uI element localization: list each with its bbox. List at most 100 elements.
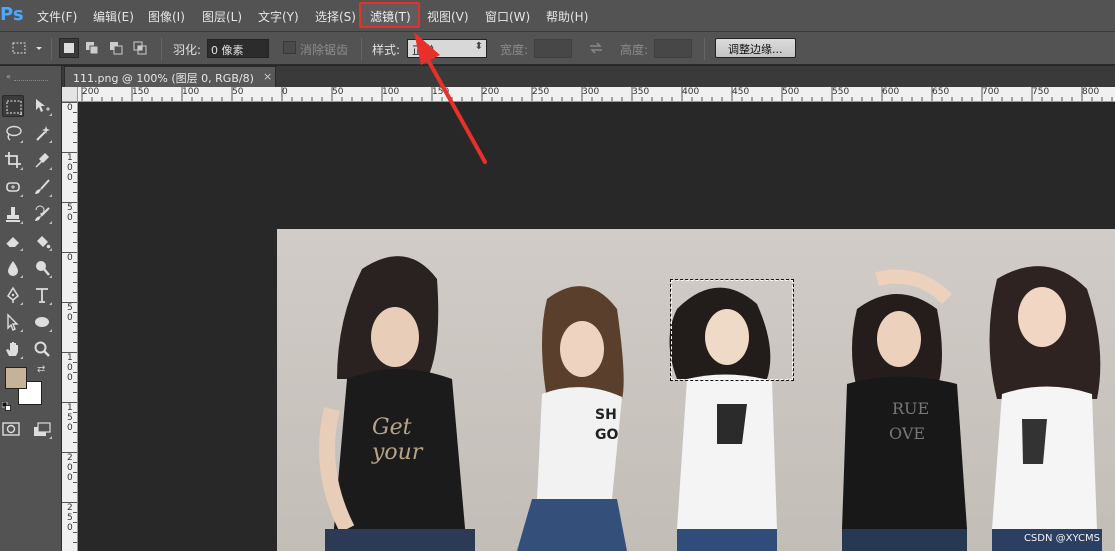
menu-window[interactable]: 窗口(W) (485, 8, 530, 25)
brush-tool-icon[interactable] (31, 176, 53, 198)
ruler-label: 200 (82, 87, 100, 97)
horizontal-ruler[interactable]: 200 150 100 50 0 50 100 150 200 250 300 350 400 450 50… (62, 87, 1115, 102)
foreground-color-swatch[interactable] (5, 367, 27, 389)
swap-colors-icon[interactable]: ⇄ (37, 364, 45, 375)
rect-marquee-preset-icon[interactable] (11, 40, 27, 56)
type-tool-icon[interactable] (31, 284, 53, 306)
lasso-tool-icon[interactable] (2, 122, 24, 144)
separator (704, 38, 705, 60)
menu-filter[interactable]: 滤镜(T) (370, 8, 411, 25)
refine-edge-button[interactable]: 调整边缘... (715, 38, 796, 58)
ruler-label: 500 (782, 87, 800, 97)
ruler-origin-corner[interactable] (62, 87, 78, 102)
menu-type[interactable]: 文字(Y) (258, 8, 299, 25)
eyedropper-tool-icon[interactable] (31, 149, 53, 171)
style-select[interactable]: 正常 ⬍ (407, 39, 487, 58)
height-input[interactable] (654, 39, 692, 58)
toolbox-grip[interactable] (14, 80, 48, 83)
photoshop-window: Ps 文件(F) 编辑(E) 图像(I) 图层(L) 文字(Y) 选择(S) 滤… (0, 0, 1115, 551)
ruler-label: 150 (432, 87, 450, 97)
photo-image[interactable]: Get your SH GO RUE OVE CSDN @XYCMS (277, 229, 1115, 551)
close-icon[interactable]: × (263, 70, 272, 83)
watermark-text: CSDN @XYCMS (1023, 533, 1100, 544)
ruler-label: 1 5 0 (67, 403, 73, 433)
eraser-tool-icon[interactable] (2, 230, 24, 252)
menu-file[interactable]: 文件(F) (37, 8, 77, 25)
zoom-tool-icon[interactable] (31, 338, 53, 360)
svg-text:GO: GO (595, 427, 618, 443)
ruler-label: 250 (532, 87, 550, 97)
height-label: 高度: (620, 43, 649, 57)
width-input[interactable] (534, 39, 572, 58)
menu-help[interactable]: 帮助(H) (546, 8, 588, 25)
vertical-ruler[interactable]: 01 0 05 005 01 0 01 5 02 0 02 5 03 (62, 102, 78, 551)
blur-tool-icon[interactable] (2, 257, 24, 279)
dodge-tool-icon[interactable] (31, 257, 53, 279)
document-tab-bar: 111.png @ 100% (图层 0, RGB/8) × (62, 66, 1115, 87)
ruler-label: 550 (832, 87, 850, 97)
ruler-label: 50 (332, 87, 344, 97)
style-select-value: 正常 (412, 44, 434, 57)
person-5 (989, 266, 1102, 551)
ruler-label: 0 (67, 253, 73, 263)
ruler-label: 650 (932, 87, 950, 97)
ruler-label: 600 (882, 87, 900, 97)
separator (51, 38, 52, 60)
document-tab[interactable]: 111.png @ 100% (图层 0, RGB/8) × (64, 66, 276, 87)
clone-stamp-tool-icon[interactable] (2, 203, 24, 225)
menu-view[interactable]: 视图(V) (427, 8, 469, 25)
move-tool-icon[interactable] (31, 95, 53, 117)
paint-bucket-tool-icon[interactable] (31, 230, 53, 252)
subtract-from-selection-icon[interactable] (108, 40, 124, 56)
ellipse-tool-icon[interactable] (31, 311, 53, 333)
ruler-label: 0 (67, 103, 73, 113)
ruler-label: 750 (1032, 87, 1050, 97)
anti-alias-checkbox[interactable] (283, 41, 296, 54)
menu-select[interactable]: 选择(S) (315, 8, 356, 25)
svg-text:SH: SH (595, 407, 617, 423)
quick-mask-icon[interactable] (0, 418, 22, 440)
history-brush-tool-icon[interactable] (31, 203, 53, 225)
ruler-label: 200 (482, 87, 500, 97)
ruler-label: 5 0 (67, 203, 73, 223)
menu-edit[interactable]: 编辑(E) (93, 8, 134, 25)
anti-alias-label: 消除锯齿 (300, 43, 349, 57)
feather-input[interactable]: 0 像素 (207, 39, 269, 58)
toolbox: « ⇄ (0, 66, 62, 551)
menu-bar: Ps 文件(F) 编辑(E) 图像(I) 图层(L) 文字(Y) 选择(S) 滤… (0, 0, 1115, 32)
swap-width-height-icon[interactable] (588, 40, 604, 56)
style-label: 样式: (372, 43, 401, 57)
svg-text:your: your (371, 440, 424, 465)
ruler-label: 5 0 (67, 303, 73, 323)
screen-mode-icon[interactable] (31, 418, 53, 440)
feather-label: 羽化: (173, 43, 202, 57)
ruler-label: 100 (182, 87, 200, 97)
ruler-label: 1 0 0 (67, 353, 73, 383)
selection-marquee[interactable] (670, 279, 794, 381)
ruler-label: 300 (582, 87, 600, 97)
intersect-selection-icon[interactable] (132, 40, 148, 56)
svg-text:OVE: OVE (889, 424, 925, 443)
ruler-label: 700 (982, 87, 1000, 97)
ruler-label: 100 (382, 87, 400, 97)
default-colors-icon[interactable] (1, 396, 11, 411)
ruler-label: 1 0 0 (67, 153, 73, 183)
add-to-selection-icon[interactable] (84, 40, 100, 56)
magic-wand-tool-icon[interactable] (31, 122, 53, 144)
collapse-chevron-icon[interactable]: « (6, 72, 11, 81)
hand-tool-icon[interactable] (2, 338, 24, 360)
spot-healing-brush-tool-icon[interactable] (2, 176, 24, 198)
photoshop-logo: Ps (0, 4, 24, 25)
width-label: 宽度: (500, 43, 529, 57)
pen-tool-icon[interactable] (2, 284, 24, 306)
chevron-updown-icon: ⬍ (474, 41, 483, 52)
svg-text:RUE: RUE (892, 399, 929, 418)
canvas-area[interactable]: Get your SH GO RUE OVE CSDN @XYCMS (78, 102, 1115, 551)
preset-dropdown-icon[interactable] (34, 40, 44, 56)
crop-tool-icon[interactable] (2, 149, 24, 171)
rectangular-marquee-tool-icon[interactable] (2, 95, 24, 117)
path-selection-tool-icon[interactable] (2, 311, 24, 333)
new-selection-icon[interactable] (59, 38, 79, 58)
menu-layer[interactable]: 图层(L) (202, 8, 242, 25)
menu-image[interactable]: 图像(I) (148, 8, 185, 25)
